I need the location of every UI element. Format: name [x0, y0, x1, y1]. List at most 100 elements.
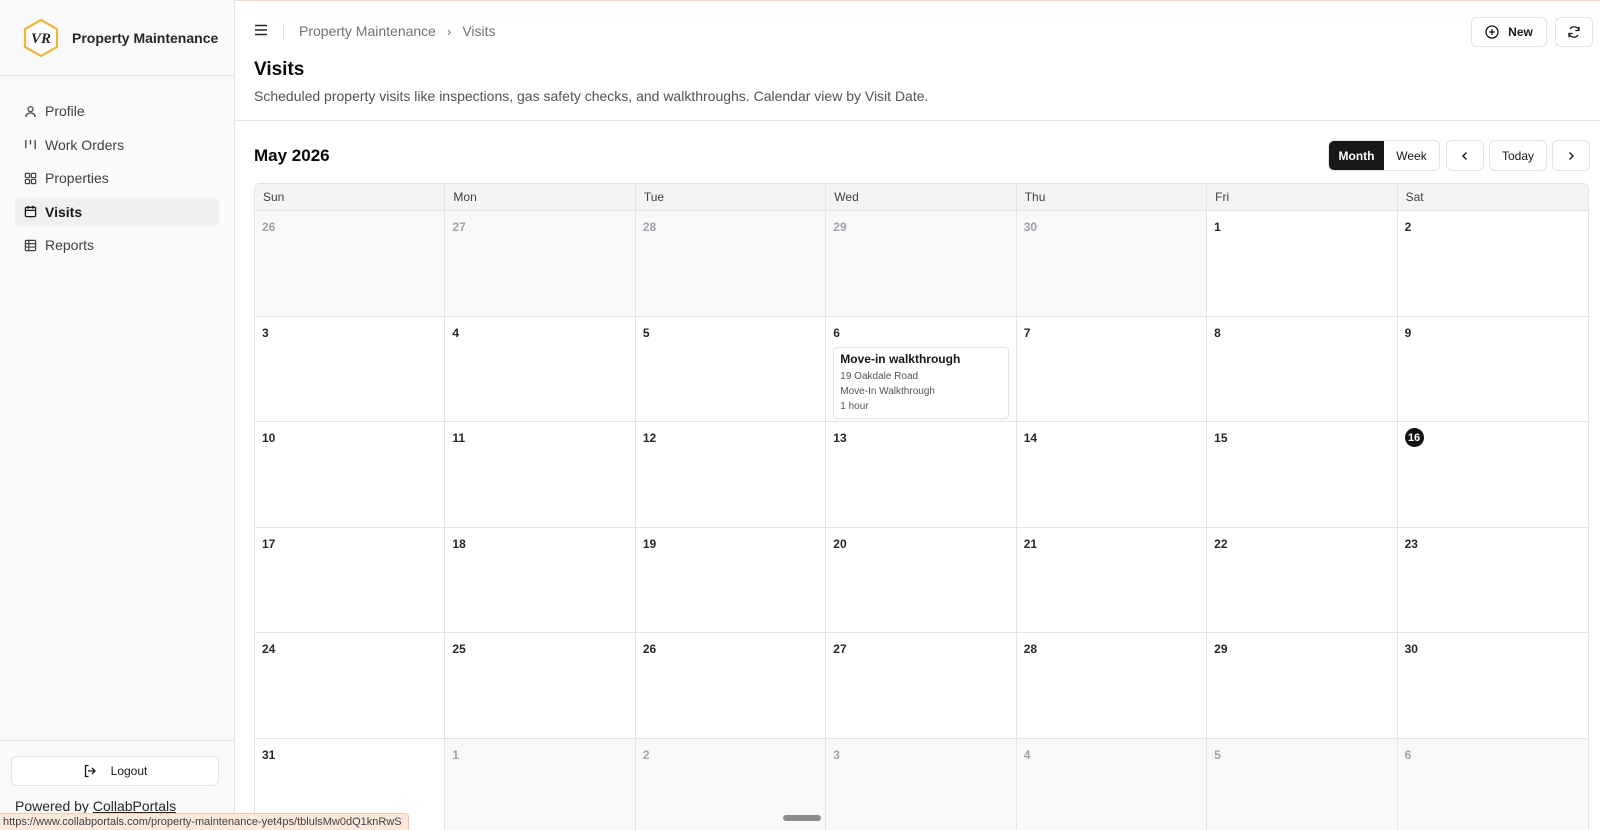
calendar-day[interactable]: 24 — [255, 633, 446, 739]
day-number: 5 — [1214, 747, 1221, 762]
sidebar-item-work-orders[interactable]: Work Orders — [15, 130, 219, 160]
calendar-day[interactable]: 5 — [635, 316, 827, 422]
calendar-day[interactable]: 9 — [1397, 316, 1588, 422]
refresh-button[interactable] — [1555, 17, 1593, 47]
calendar-day[interactable]: 27 — [826, 633, 1017, 739]
calendar-day[interactable]: 2 — [1397, 211, 1588, 317]
calendar-day[interactable]: 30 — [1397, 633, 1588, 739]
powered-by-link[interactable]: CollabPortals — [93, 798, 176, 814]
divider — [283, 23, 284, 40]
calendar-day-today[interactable]: 16 — [1397, 422, 1588, 528]
calendar-day[interactable]: 26 — [255, 211, 446, 317]
calendar-day[interactable]: 25 — [445, 633, 636, 739]
sidebar-item-reports[interactable]: Reports — [15, 230, 219, 260]
calendar-day[interactable]: 21 — [1016, 527, 1208, 633]
sidebar-item-label: Visits — [45, 203, 83, 220]
day-number: 21 — [1023, 536, 1038, 551]
calendar-day[interactable]: 28 — [1016, 633, 1208, 739]
calendar-day[interactable]: 3 — [826, 738, 1017, 830]
breadcrumb-home[interactable]: Property Maintenance — [299, 23, 436, 39]
sidebar-toggle-button[interactable] — [252, 21, 270, 39]
day-number: 30 — [1023, 220, 1038, 234]
sidebar-item-properties[interactable]: Properties — [15, 163, 219, 193]
calendar-day[interactable]: 1 — [1207, 211, 1398, 317]
logout-button[interactable]: Logout — [11, 756, 219, 786]
calendar-day[interactable]: 4 — [1016, 738, 1208, 830]
calendar-day[interactable]: 29 — [826, 211, 1017, 317]
next-month-button[interactable] — [1552, 140, 1590, 171]
sidebar: VR Property Maintenance Profile Work Ord… — [0, 0, 235, 830]
powered-by: Powered by CollabPortals — [15, 798, 176, 814]
day-number: 30 — [1404, 642, 1418, 656]
day-number: 9 — [1404, 325, 1412, 340]
calendar-day[interactable]: 5 — [1207, 738, 1398, 830]
calendar-day[interactable]: 6 — [1397, 738, 1588, 830]
day-number: 17 — [262, 536, 276, 551]
event-title: Move-in walkthrough — [840, 351, 961, 366]
calendar-day[interactable]: 14 — [1016, 422, 1208, 528]
day-number: 28 — [642, 220, 657, 234]
day-number: 6 — [1404, 747, 1412, 762]
svg-text:VR: VR — [31, 31, 51, 47]
event-duration: 1 hour — [840, 400, 869, 412]
calendar-day[interactable]: 22 — [1207, 527, 1398, 633]
day-number: 2 — [642, 747, 650, 762]
calendar-day[interactable]: 7 — [1016, 316, 1208, 422]
calendar-day[interactable]: 4 — [445, 316, 636, 422]
calendar-day[interactable]: 26 — [635, 633, 827, 739]
calendar-day[interactable]: 12 — [635, 422, 827, 528]
top-bar: Property Maintenance › Visits New — [235, 0, 1600, 60]
scroll-indicator[interactable] — [783, 815, 821, 821]
calendar-day[interactable]: 1 — [445, 738, 636, 830]
day-number: 16 — [1404, 428, 1424, 447]
view-toggle: Month Week — [1328, 140, 1440, 171]
day-number: 20 — [833, 536, 847, 551]
powered-prefix: Powered by — [15, 798, 89, 814]
calendar-day[interactable]: 18 — [445, 527, 636, 633]
week-view-button[interactable]: Week — [1384, 141, 1439, 170]
day-number: 4 — [452, 325, 460, 340]
day-number: 7 — [1023, 325, 1031, 340]
status-bar-url: https://www.collabportals.com/property-m… — [0, 813, 409, 830]
weekday-label: Sat — [1405, 190, 1424, 204]
calendar-day[interactable]: 6 Move-in walkthrough 19 Oakdale Road Move-… — [826, 316, 1017, 422]
calendar-day[interactable]: 11 — [445, 422, 636, 528]
calendar-day[interactable]: 19 — [635, 527, 827, 633]
month-view-button[interactable]: Month — [1329, 141, 1384, 170]
chevron-right-icon — [1569, 151, 1574, 160]
calendar-day[interactable]: 30 — [1016, 211, 1208, 317]
calendar-day[interactable]: 17 — [255, 527, 446, 633]
previous-month-button[interactable] — [1446, 140, 1484, 171]
calendar-day[interactable]: 23 — [1397, 527, 1588, 633]
sidebar-item-label: Work Orders — [45, 136, 125, 153]
day-number: 8 — [1214, 325, 1221, 340]
sidebar-item-visits[interactable]: Visits — [15, 196, 219, 227]
calendar-day[interactable]: 28 — [635, 211, 827, 317]
day-number: 14 — [1023, 431, 1038, 445]
event-card[interactable]: Move-in walkthrough 19 Oakdale Road Move-I… — [833, 346, 1009, 419]
plus-circle-icon — [1485, 25, 1499, 39]
breadcrumb: Property Maintenance › Visits — [299, 23, 496, 39]
day-number: 23 — [1404, 536, 1418, 551]
day-number: 27 — [452, 220, 466, 234]
calendar-day[interactable]: 8 — [1207, 316, 1398, 422]
sidebar-item-profile[interactable]: Profile — [15, 96, 219, 126]
day-number: 28 — [1023, 642, 1038, 656]
calendar-day[interactable]: 15 — [1207, 422, 1398, 528]
chevron-left-icon — [1462, 151, 1467, 160]
calendar-day[interactable]: 10 — [255, 422, 446, 528]
calendar-day[interactable]: 27 — [445, 211, 636, 317]
weekday-header: Sun Mon Tue Wed Thu Fri Sat — [255, 184, 1588, 211]
day-number: 26 — [642, 642, 657, 656]
calendar-day[interactable]: 13 — [826, 422, 1017, 528]
main-content: Property Maintenance › Visits New Visits… — [235, 0, 1600, 830]
user-icon — [23, 104, 37, 118]
new-button[interactable]: New — [1471, 17, 1547, 47]
calendar-day[interactable]: 20 — [826, 527, 1017, 633]
page-title: Visits — [254, 59, 305, 80]
calendar-day[interactable]: 3 — [255, 316, 446, 422]
calendar-day[interactable]: 29 — [1207, 633, 1398, 739]
today-button[interactable]: Today — [1489, 140, 1547, 171]
logout-label: Logout — [110, 764, 148, 778]
brand[interactable]: VR Property Maintenance — [0, 0, 234, 76]
